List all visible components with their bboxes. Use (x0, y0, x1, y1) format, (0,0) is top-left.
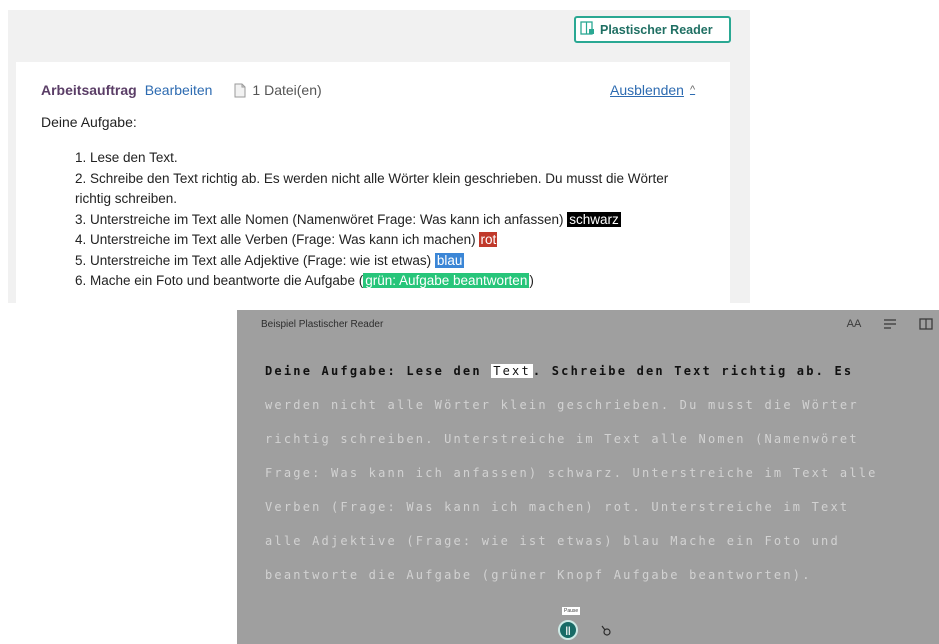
reader-line: richtig schreiben. Unterstreiche im Text… (265, 432, 859, 446)
reader-line: alle Adjektive (Frage: wie ist etwas) bl… (265, 534, 840, 548)
reader-line-active: Deine Aufgabe: Lese den Text. Schreibe d… (265, 364, 854, 378)
chevron-up-icon: ^ (689, 84, 696, 96)
text-size-icon[interactable]: AA (847, 317, 862, 331)
files-count-label: 1 Datei(en) (252, 82, 322, 98)
reader-line: Frage: Was kann ich anfassen) schwarz. U… (265, 466, 878, 480)
pause-icon: || (565, 625, 571, 635)
reader-icon (580, 21, 595, 38)
list-item: 1. Lese den Text. (75, 150, 178, 165)
hide-toggle[interactable]: Ausblenden ^ (610, 82, 695, 98)
reader-title: Beispiel Plastischer Reader (261, 319, 384, 330)
list-item: 4. Unterstreiche im Text alle Verben (Fr… (75, 232, 498, 247)
highlight-black: schwarz (567, 211, 621, 227)
text-preferences-icon[interactable] (883, 317, 897, 331)
reader-line: werden nicht alle Wörter klein geschrieb… (265, 398, 859, 412)
book-icon[interactable] (919, 317, 933, 331)
pause-tooltip: Pause (562, 607, 581, 615)
highlight-red: rot (479, 232, 498, 247)
list-item: 6. Mache ein Foto und beantworte die Auf… (75, 273, 534, 288)
hide-label: Ausblenden (610, 82, 684, 98)
highlight-blue: blau (434, 252, 465, 268)
reader-line: beantworte die Aufgabe (grüner Knopf Auf… (265, 568, 812, 582)
task-list: 1. Lese den Text. 2. Schreibe den Text r… (57, 148, 675, 292)
task-subtitle: Deine Aufgabe: (41, 114, 137, 130)
card-header: Arbeitsauftrag Bearbeiten 1 Datei(en) (41, 82, 322, 98)
pause-button[interactable]: || (558, 620, 578, 640)
reader-line: Verben (Frage: Was kann ich machen) rot.… (265, 500, 850, 514)
highlight-green: grün: Aufgabe beantworten (363, 273, 530, 288)
reading-speed-icon[interactable] (600, 625, 612, 640)
list-item: 2. Schreibe den Text richtig ab. Es werd… (75, 170, 669, 207)
reader-text: Deine Aufgabe: Lese den Text. Schreibe d… (265, 354, 885, 592)
current-word: Text (491, 364, 533, 378)
list-item: 3. Unterstreiche im Text alle Nomen (Nam… (75, 211, 621, 227)
assignment-card: Arbeitsauftrag Bearbeiten 1 Datei(en) Au… (16, 62, 730, 303)
edit-link[interactable]: Bearbeiten (145, 82, 213, 98)
file-icon (234, 83, 246, 97)
immersive-reader-panel: Beispiel Plastischer Reader AA Deine Auf… (237, 310, 939, 644)
immersive-reader-button[interactable]: Plastischer Reader (574, 16, 731, 43)
list-item: 5. Unterstreiche im Text alle Adjektive … (75, 252, 465, 268)
immersive-reader-label: Plastischer Reader (600, 22, 713, 37)
assignment-title: Arbeitsauftrag (41, 82, 137, 98)
reader-toolbar: AA (847, 317, 933, 331)
attached-files[interactable]: 1 Datei(en) (234, 82, 322, 98)
